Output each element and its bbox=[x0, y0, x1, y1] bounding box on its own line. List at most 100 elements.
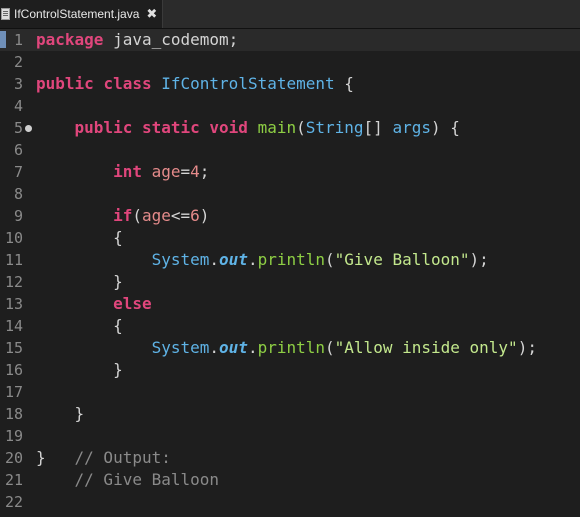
line-number: 12 bbox=[4, 273, 23, 291]
line-number: 15 bbox=[4, 339, 23, 357]
code-line[interactable]: 18 } bbox=[0, 403, 580, 425]
code-token: . bbox=[209, 250, 220, 269]
code-line[interactable]: 2 bbox=[0, 51, 580, 73]
code-text: System.out.println("Give Balloon"); bbox=[36, 249, 489, 271]
code-text: { bbox=[36, 315, 123, 337]
code-text: else bbox=[36, 293, 152, 315]
code-token: package bbox=[36, 30, 104, 49]
code-text: } bbox=[36, 271, 123, 293]
code-line[interactable]: 4 bbox=[0, 95, 580, 117]
code-line[interactable]: 13 else bbox=[0, 293, 580, 315]
close-icon[interactable]: ✖ bbox=[146, 8, 157, 21]
code-line[interactable]: 15 System.out.println("Allow inside only… bbox=[0, 337, 580, 359]
code-line[interactable]: 20} // Output: bbox=[0, 447, 580, 469]
tab-ifcontrolstatement-java[interactable]: IfControlStatement.java ✖ bbox=[0, 0, 163, 28]
java-file-icon bbox=[1, 8, 10, 20]
code-token: = bbox=[180, 162, 191, 181]
code-line[interactable]: 9 if(age<=6) bbox=[0, 205, 580, 227]
code-token: String bbox=[305, 118, 364, 137]
code-text: } bbox=[36, 359, 123, 381]
line-number: 8 bbox=[13, 185, 23, 203]
code-token: { bbox=[334, 74, 354, 93]
code-line[interactable]: 8 bbox=[0, 183, 580, 205]
line-number: 13 bbox=[4, 295, 23, 313]
line-number: 5 bbox=[13, 119, 23, 137]
code-text: } bbox=[36, 403, 85, 425]
line-number: 21 bbox=[4, 471, 23, 489]
code-text: package java_codemom; bbox=[36, 29, 238, 51]
code-token: 4 bbox=[190, 162, 200, 181]
code-line[interactable]: 22 bbox=[0, 491, 580, 513]
code-text: if(age<=6) bbox=[36, 205, 209, 227]
line-number: 2 bbox=[13, 53, 23, 71]
code-line[interactable]: 3 public class IfControlStatement { bbox=[0, 73, 580, 95]
code-line[interactable]: 7 int age=4; bbox=[0, 161, 580, 183]
code-line[interactable]: 5 public static void main(String[] args)… bbox=[0, 117, 580, 139]
line-number: 10 bbox=[4, 229, 23, 247]
code-token: . bbox=[247, 338, 258, 357]
code-token: void bbox=[209, 118, 248, 137]
code-token: main bbox=[257, 118, 297, 137]
code-token: "Give Balloon" bbox=[334, 250, 470, 269]
code-token: println bbox=[257, 338, 326, 357]
code-token: // Output: bbox=[74, 448, 171, 467]
code-token: out bbox=[219, 250, 248, 269]
code-token: println bbox=[257, 250, 326, 269]
code-token: . bbox=[209, 338, 220, 357]
code-token: args bbox=[392, 118, 431, 137]
line-number: 1 bbox=[13, 31, 23, 49]
code-line[interactable]: 16 } bbox=[0, 359, 580, 381]
code-token: IfControlStatement bbox=[161, 74, 335, 93]
code-token: static bbox=[141, 118, 200, 137]
line-number: 19 bbox=[4, 427, 23, 445]
code-line[interactable]: 10 { bbox=[0, 227, 580, 249]
code-token: } bbox=[36, 360, 123, 379]
code-text: public static void main(String[] args) { bbox=[36, 117, 460, 139]
code-editor[interactable]: 1 package java_codemom; 2 3 public class IfC… bbox=[0, 29, 580, 517]
line-number: 16 bbox=[4, 361, 23, 379]
line-number: 14 bbox=[4, 317, 23, 335]
code-token: age bbox=[141, 206, 171, 225]
code-token: ); bbox=[517, 338, 537, 357]
code-token: [] bbox=[363, 118, 393, 137]
code-line[interactable]: 12 } bbox=[0, 271, 580, 293]
code-token: out bbox=[219, 338, 248, 357]
code-token: public bbox=[36, 74, 94, 93]
line-number: 7 bbox=[13, 163, 23, 181]
line-number: 18 bbox=[4, 405, 23, 423]
code-token: java_codemom; bbox=[103, 30, 239, 49]
code-token: } bbox=[36, 272, 123, 291]
code-token: ( bbox=[296, 118, 306, 137]
code-token: System bbox=[151, 250, 210, 269]
code-line[interactable]: 6 bbox=[0, 139, 580, 161]
code-token: <= bbox=[170, 206, 191, 225]
code-line[interactable]: 21 // Give Balloon bbox=[0, 469, 580, 491]
code-line[interactable]: 11 System.out.println("Give Balloon"); bbox=[0, 249, 580, 271]
code-token: // Give Balloon bbox=[74, 470, 220, 489]
code-token: public bbox=[74, 118, 133, 137]
fold-marker-icon[interactable] bbox=[25, 125, 32, 132]
code-line[interactable]: 1 package java_codemom; bbox=[0, 29, 580, 51]
code-token: age bbox=[151, 162, 181, 181]
code-text: } // Output: bbox=[36, 447, 171, 469]
code-line[interactable]: 14 { bbox=[0, 315, 580, 337]
code-text: { bbox=[36, 227, 123, 249]
code-line[interactable]: 17 bbox=[0, 381, 580, 403]
code-token: { bbox=[36, 228, 123, 247]
code-token: { bbox=[36, 316, 123, 335]
line-number: 6 bbox=[13, 141, 23, 159]
editor-tab-bar: IfControlStatement.java ✖ bbox=[0, 0, 580, 29]
code-line[interactable]: 19 bbox=[0, 425, 580, 447]
code-token: . bbox=[247, 250, 258, 269]
code-token: ( bbox=[325, 250, 335, 269]
